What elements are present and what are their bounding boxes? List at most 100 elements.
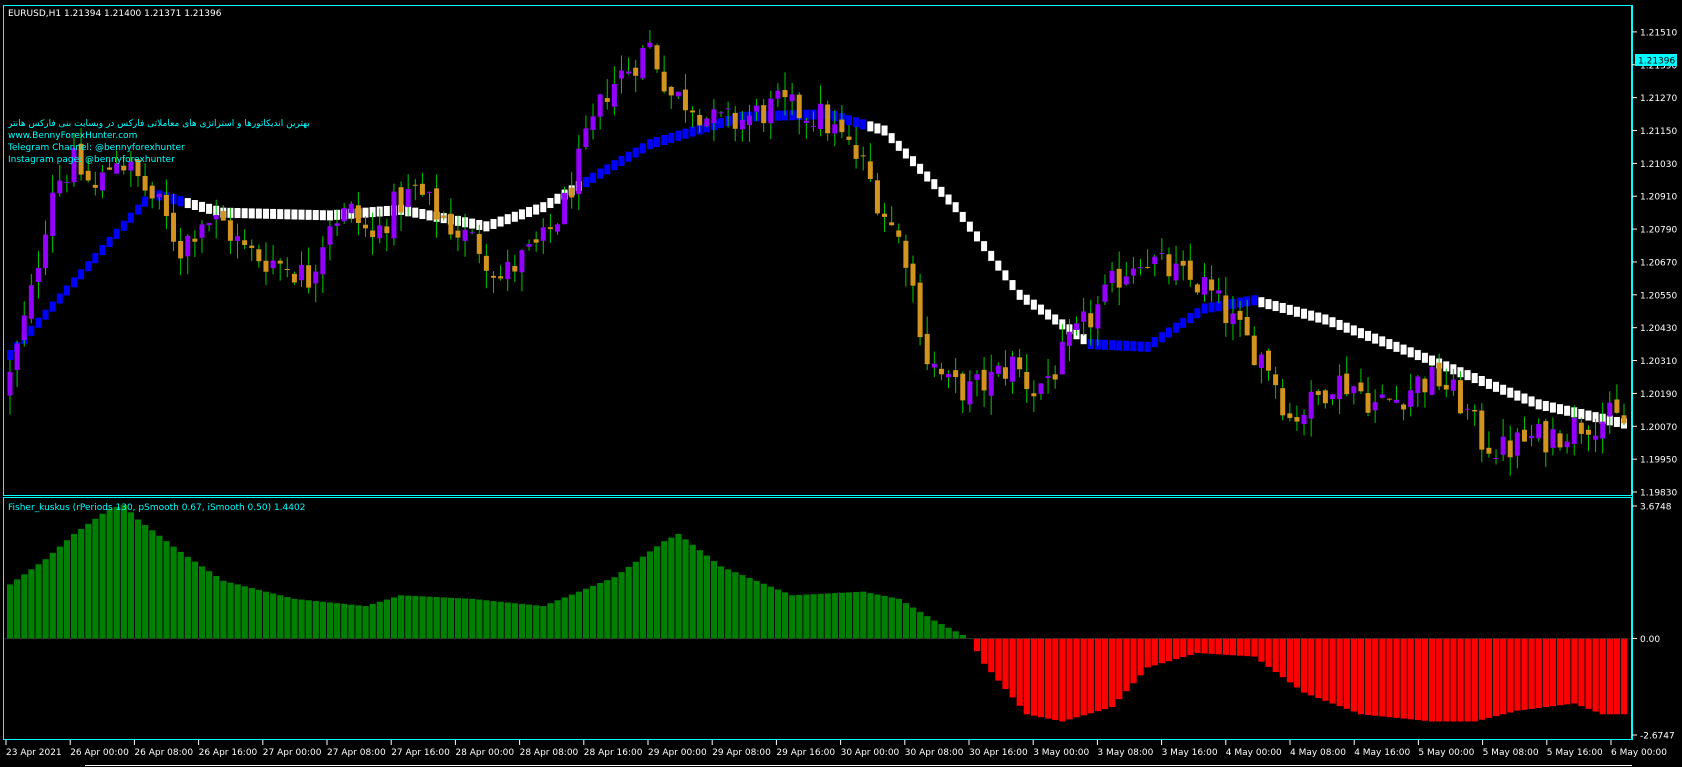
trend-block	[924, 171, 931, 182]
fisher-bar	[646, 551, 654, 639]
time-tick-label: 5 May 08:00	[1483, 748, 1539, 758]
fisher-bar	[582, 588, 590, 639]
fisher-bar	[1500, 638, 1507, 715]
time-tick-label: 4 May 08:00	[1290, 748, 1346, 758]
fisher-bar	[1478, 638, 1485, 720]
time-tick-label: 5 May 16:00	[1547, 748, 1603, 758]
fisher-bar	[1471, 638, 1478, 722]
fisher-bar	[604, 580, 611, 639]
fisher-bar	[1357, 638, 1365, 715]
fisher-bar	[945, 627, 952, 639]
fisher-bar	[753, 580, 760, 639]
fisher-bar	[938, 624, 945, 639]
fisher-bar	[1116, 638, 1123, 700]
trend-block	[582, 176, 589, 187]
candle-body	[1521, 429, 1527, 442]
candle-body	[306, 265, 312, 288]
chart-canvas: 1.215101.213901.212701.211501.210301.209…	[3, 5, 1677, 766]
fisher-bar	[1101, 638, 1109, 710]
watermark-line-1: بهترین اندیکاتورها و استراتژی های معاملا…	[7, 119, 310, 129]
fisher-bar	[632, 561, 639, 639]
trend-block	[85, 261, 92, 272]
trend-block	[1180, 317, 1187, 328]
fisher-bar	[1066, 638, 1073, 720]
candle-body	[590, 116, 596, 130]
fisher-bar	[1158, 638, 1166, 664]
fisher-bar	[270, 593, 277, 639]
fisher-bar	[390, 597, 398, 639]
candle-body	[1159, 253, 1165, 255]
time-tick-label: 26 Apr 00:00	[70, 748, 129, 758]
candle-body	[867, 161, 873, 179]
trend-block	[1564, 405, 1571, 416]
fisher-bar	[1023, 638, 1030, 715]
fisher-bar	[1585, 638, 1592, 709]
fisher-bar	[497, 601, 504, 639]
time-tick-label: 5 May 00:00	[1418, 748, 1474, 758]
candle-body	[462, 229, 468, 241]
candle-body	[1578, 422, 1584, 434]
time-tick-label: 26 Apr 16:00	[199, 748, 258, 758]
trend-block	[959, 211, 966, 222]
candle-body	[1393, 399, 1399, 403]
fisher-bar	[575, 591, 583, 639]
candle-body	[1251, 335, 1257, 366]
trend-block	[1464, 370, 1471, 381]
candle-body	[1450, 379, 1456, 391]
trend-block	[35, 317, 42, 328]
fisher-bar	[1592, 638, 1599, 712]
price-tick-label: 1.21030	[1640, 160, 1677, 170]
fisher-bar	[106, 508, 113, 639]
trend-block	[490, 218, 497, 229]
indicator-tick-label: 0.00	[1640, 635, 1660, 645]
fisher-bar	[1450, 638, 1457, 722]
fisher-bar	[1308, 638, 1315, 696]
fisher-bar	[170, 546, 177, 639]
time-tick-label: 4 May 00:00	[1226, 748, 1282, 758]
candle-body	[697, 114, 703, 126]
fisher-bar	[1393, 638, 1400, 718]
trend-block	[902, 148, 909, 159]
time-tick-label: 30 Apr 16:00	[969, 748, 1028, 758]
fisher-bar	[888, 597, 895, 639]
candle-body	[1436, 362, 1442, 387]
trend-block	[604, 164, 611, 175]
candle-body	[981, 369, 987, 391]
candle-body	[640, 47, 646, 79]
candle-body	[1074, 323, 1080, 331]
candle-body	[242, 240, 248, 246]
candle-body	[43, 234, 49, 269]
candle-body	[1443, 384, 1449, 390]
fisher-bar	[853, 592, 860, 639]
fisher-bar	[689, 544, 696, 639]
trend-block	[56, 293, 63, 304]
trend-block	[1016, 289, 1023, 300]
fisher-bar	[1265, 638, 1272, 667]
fisher-bar	[1052, 638, 1059, 721]
fisher-bar	[668, 537, 675, 639]
candle-body	[1308, 391, 1314, 419]
trend-block	[895, 140, 902, 151]
trend-block	[412, 207, 419, 218]
fisher-bar	[504, 602, 511, 639]
trend-block	[611, 160, 618, 171]
candle-body	[647, 42, 653, 48]
trend-block	[1286, 304, 1293, 315]
fisher-bar	[1087, 638, 1094, 714]
trend-block	[952, 202, 959, 213]
trend-block	[1265, 299, 1272, 310]
price-tick-label: 1.20670	[1640, 258, 1677, 268]
candle-body	[1479, 410, 1485, 450]
trend-block	[1151, 337, 1158, 348]
fisher-bar	[1329, 638, 1336, 704]
candle-body	[490, 275, 496, 278]
time-tick-label: 28 Apr 08:00	[520, 748, 579, 758]
trend-block	[1137, 341, 1144, 352]
trend-block	[469, 218, 476, 229]
candle-body	[547, 227, 553, 230]
trend-block	[632, 147, 639, 158]
candle-body	[320, 247, 326, 275]
candle-body	[185, 235, 191, 257]
trend-block	[981, 241, 988, 252]
trend-block	[113, 228, 120, 239]
